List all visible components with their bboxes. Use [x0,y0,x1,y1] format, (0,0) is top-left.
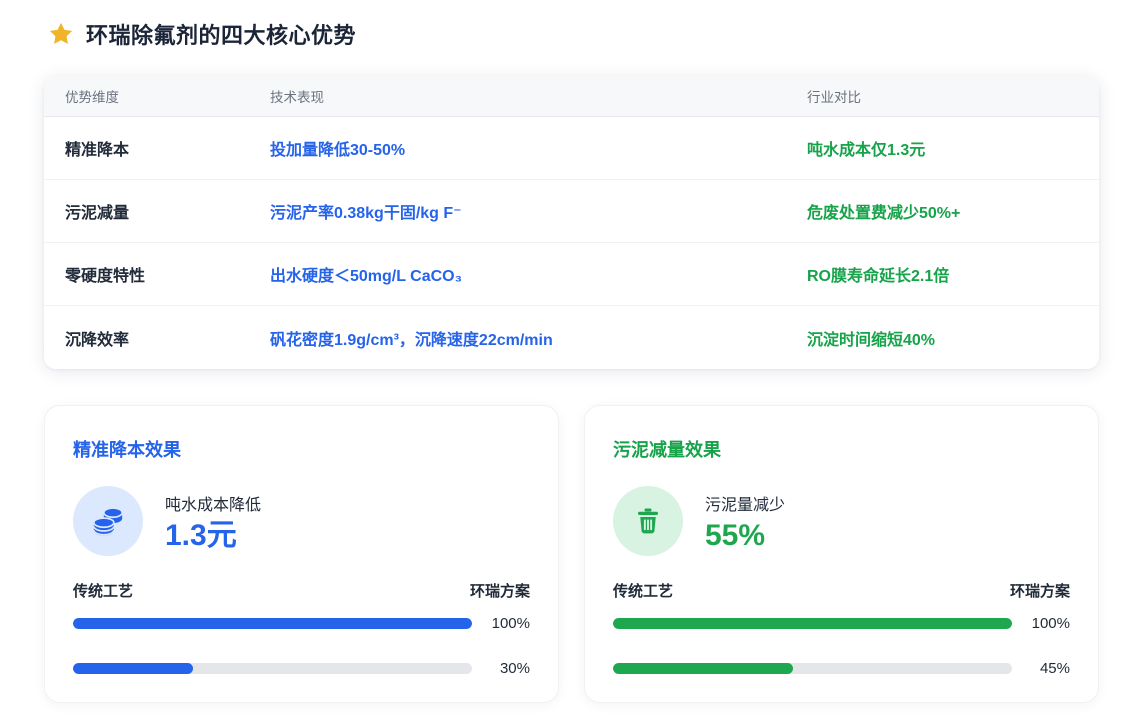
page: 环瑞除氟剂的四大核心优势 优势维度 技术表现 行业对比 精准降本 投加量降低30… [0,0,1143,720]
bar-labels: 传统工艺 环瑞方案 [613,580,1070,601]
cell-tech: 污泥产率0.38kg干固/kg F⁻ [270,199,807,223]
star-icon [48,21,74,47]
table-row: 精准降本 投加量降低30-50% 吨水成本仅1.3元 [44,117,1099,180]
effect-cards: 精准降本效果 吨水成本降低 1.3元 [44,405,1099,703]
bar-track [73,618,472,629]
bar-percent: 100% [484,615,530,632]
advantages-table: 优势维度 技术表现 行业对比 精准降本 投加量降低30-50% 吨水成本仅1.3… [44,76,1099,369]
cell-tech: 矾花密度1.9g/cm³，沉降速度22cm/min [270,326,807,350]
bar-row: 100% [73,615,530,632]
right-bar-label: 环瑞方案 [1010,580,1070,601]
cell-dimension: 沉降效率 [65,326,270,350]
card-title: 精准降本效果 [73,436,530,462]
table-row: 零硬度特性 出水硬度＜50mg/L CaCO₃ RO膜寿命延长2.1倍 [44,243,1099,306]
bar-row: 45% [613,660,1070,677]
cell-industry: 沉淀时间缩短40% [807,326,1078,350]
column-header-dimension: 优势维度 [65,86,270,106]
card-title: 污泥减量效果 [613,436,1070,462]
trash-icon [613,486,683,556]
bar-percent: 100% [1024,615,1070,632]
table-row: 沉降效率 矾花密度1.9g/cm³，沉降速度22cm/min 沉淀时间缩短40% [44,306,1099,369]
left-bar-label: 传统工艺 [73,580,133,601]
cell-dimension: 精准降本 [65,136,270,160]
bar-fill [73,663,193,674]
bar-percent: 30% [484,660,530,677]
bar-labels: 传统工艺 环瑞方案 [73,580,530,601]
bar-track [73,663,472,674]
sludge-reduction-card: 污泥减量效果 污泥量减少 55% [584,405,1099,703]
cell-tech: 出水硬度＜50mg/L CaCO₃ [270,262,807,286]
bar-percent: 45% [1024,660,1070,677]
bar-fill [613,618,1012,629]
coins-icon [73,486,143,556]
right-bar-label: 环瑞方案 [470,580,530,601]
page-title: 环瑞除氟剂的四大核心优势 [86,18,356,50]
metric-value: 1.3元 [165,519,261,552]
column-header-tech: 技术表现 [270,86,807,106]
cell-dimension: 污泥减量 [65,199,270,223]
cell-dimension: 零硬度特性 [65,262,270,286]
bar-fill [613,663,793,674]
metric-text: 污泥量减少 55% [705,491,785,552]
metric-value: 55% [705,519,785,552]
metric-block: 污泥量减少 55% [613,486,1070,556]
table-header-row: 优势维度 技术表现 行业对比 [44,76,1099,117]
bar-row: 30% [73,660,530,677]
metric-label: 吨水成本降低 [165,491,261,515]
metric-block: 吨水成本降低 1.3元 [73,486,530,556]
metric-label: 污泥量减少 [705,491,785,515]
bar-row: 100% [613,615,1070,632]
column-header-industry: 行业对比 [807,86,1078,106]
bar-track [613,663,1012,674]
metric-text: 吨水成本降低 1.3元 [165,491,261,552]
cell-industry: 危废处置费减少50%+ [807,199,1078,223]
cell-industry: RO膜寿命延长2.1倍 [807,262,1078,286]
cell-tech: 投加量降低30-50% [270,136,807,160]
page-header: 环瑞除氟剂的四大核心优势 [48,18,1099,50]
table-row: 污泥减量 污泥产率0.38kg干固/kg F⁻ 危废处置费减少50%+ [44,180,1099,243]
cell-industry: 吨水成本仅1.3元 [807,136,1078,160]
bar-track [613,618,1012,629]
cost-reduction-card: 精准降本效果 吨水成本降低 1.3元 [44,405,559,703]
bar-fill [73,618,472,629]
left-bar-label: 传统工艺 [613,580,673,601]
